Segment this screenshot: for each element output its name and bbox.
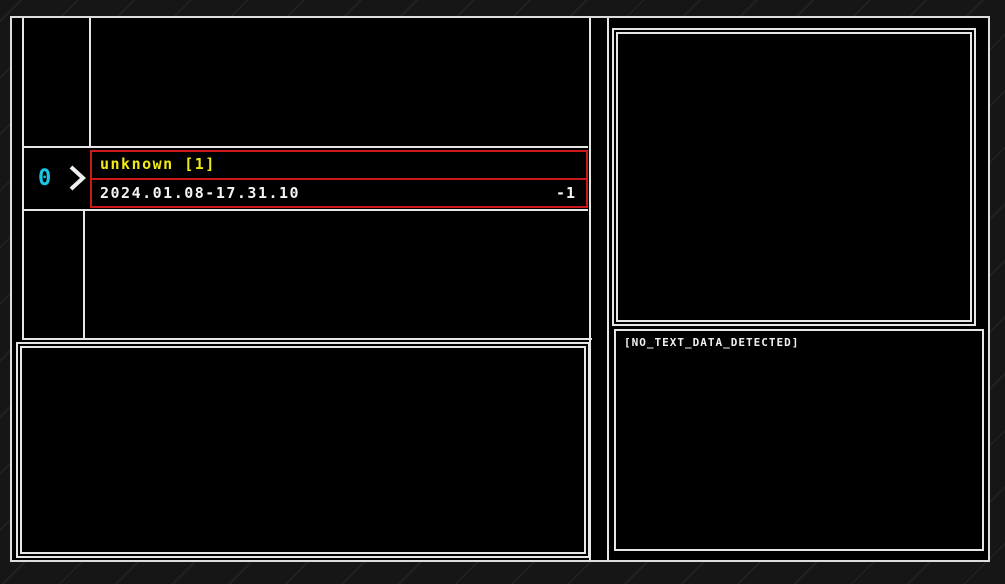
no-text-data-label: [NO_TEXT_DATA_DETECTED] [624, 336, 800, 349]
image-preview-panel-inner [616, 32, 972, 322]
lower-left-panel-inner [20, 346, 586, 554]
list-bottom-edge [22, 338, 592, 340]
selection-chevron-icon [69, 165, 86, 191]
list-left-column-divider-bottom [83, 210, 85, 338]
text-data-panel [614, 329, 984, 551]
save-entry-selected[interactable]: unknown [1] 2024.01.08-17.31.10 -1 [90, 150, 588, 208]
panel-vertical-divider-b [607, 18, 609, 560]
entry-title: unknown [1] [100, 155, 216, 173]
entry-value: -1 [555, 184, 576, 202]
list-row-separator-bottom [22, 209, 588, 211]
list-left-edge [22, 18, 24, 340]
list-left-column-divider-top [89, 18, 91, 148]
entry-date: 2024.01.08-17.31.10 [100, 184, 301, 202]
entry-divider [92, 178, 586, 180]
list-row-separator-top [22, 146, 588, 148]
entry-index: 0 [38, 166, 52, 191]
